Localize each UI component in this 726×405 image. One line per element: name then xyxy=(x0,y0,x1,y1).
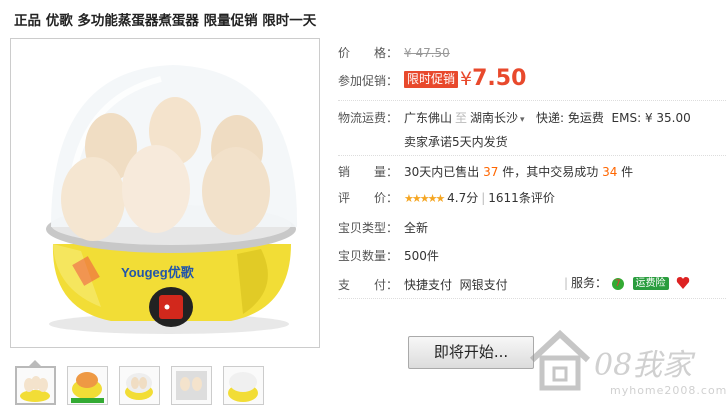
promo-label: 参加促销： xyxy=(338,74,399,88)
ship-to-select[interactable]: 湖南长沙 ▾ xyxy=(470,111,525,125)
pay-method-quick: 快捷支付 xyxy=(404,278,453,292)
price-row: 价 格： ¥ 47.50 xyxy=(338,44,450,61)
service-area: | 服务： 7 运费险 xyxy=(561,274,690,291)
success-count: 34 xyxy=(602,165,618,179)
divider xyxy=(338,155,726,157)
product-title: 正品 优歌 多功能蒸蛋器煮蛋器 限量促销 限时一天 xyxy=(14,13,317,29)
quantity-row: 宝贝数量： 500件 xyxy=(338,247,439,264)
thumbnail-3[interactable] xyxy=(119,366,160,405)
thumbnail-2[interactable] xyxy=(67,366,108,405)
rating-score: 4.7分 xyxy=(447,191,479,205)
sales-row: 销 量： 30天内已售出 37 件，其中交易成功 34 件 xyxy=(338,163,633,180)
rating-stars: ★★★★★ xyxy=(404,192,445,205)
thumbnail-1[interactable] xyxy=(15,366,56,405)
divider xyxy=(338,100,726,102)
type-value: 全新 xyxy=(404,221,429,235)
price-label: 价 格： xyxy=(338,46,399,60)
ship-separator: 至 xyxy=(455,111,468,125)
heart-guarantee-icon[interactable] xyxy=(676,276,690,290)
brand-logo-text: Yougeg优歌 xyxy=(121,265,195,280)
quantity-label: 宝贝数量： xyxy=(338,249,399,263)
sales-label: 销 量： xyxy=(338,165,399,179)
quantity-value: 500件 xyxy=(404,249,439,263)
service-label: 服务： xyxy=(571,276,608,290)
shipping-row: 物流运费： 广东佛山至湖南长沙 ▾ 快递: 免运费 EMS: ¥ 35.00 xyxy=(338,109,691,126)
sales-suffix: 件 xyxy=(621,165,634,179)
divider xyxy=(338,298,726,300)
sold-count: 37 xyxy=(483,165,499,179)
promo-row: 参加促销： 限时促销 ¥7.50 xyxy=(338,66,526,91)
promo-tag: 限时促销 xyxy=(404,71,459,88)
rating-row: 评 价： ★★★★★ 4.7分 | 1611条评价 xyxy=(338,191,555,205)
express-fee: 快递: 免运费 xyxy=(536,111,604,125)
pay-method-bank: 网银支付 xyxy=(459,278,508,292)
buy-button[interactable]: 即将开始... xyxy=(408,336,534,369)
promo-currency: ¥ xyxy=(460,68,473,90)
ship-to: 湖南长沙 xyxy=(470,111,519,125)
shipping-label: 物流运费： xyxy=(338,111,399,125)
review-count-link[interactable]: 1611条评价 xyxy=(488,191,555,205)
sales-prefix: 30天内已售出 xyxy=(404,165,480,179)
watermark: 08我家 myhome2008.com xyxy=(518,320,726,402)
insurance-badge[interactable]: 运费险 xyxy=(632,277,669,290)
type-label: 宝贝类型： xyxy=(338,221,399,235)
payment-label: 支 付： xyxy=(338,278,399,292)
sales-middle: 件，其中交易成功 xyxy=(502,165,599,179)
rating-label: 评 价： xyxy=(338,191,399,205)
promo-price: 7.50 xyxy=(472,66,527,91)
chevron-down-icon: ▾ xyxy=(520,115,525,125)
seven-day-return-icon[interactable]: 7 xyxy=(611,276,625,290)
thumbnail-strip xyxy=(15,366,264,405)
product-main-image[interactable]: Yougeg优歌 xyxy=(10,38,320,348)
watermark-text: 08我家 xyxy=(594,348,693,383)
thumbnail-4[interactable] xyxy=(171,366,212,405)
thumbnail-5[interactable] xyxy=(223,366,264,405)
type-row: 宝贝类型： 全新 xyxy=(338,219,428,236)
payment-row: 支 付： 快捷支付 网银支付 xyxy=(338,276,508,293)
original-price: ¥ 47.50 xyxy=(404,46,450,60)
egg-cooker-illustration: Yougeg优歌 xyxy=(46,65,298,334)
service-num: 7 xyxy=(615,279,621,289)
ship-from: 广东佛山 xyxy=(404,111,453,125)
watermark-url: myhome2008.com xyxy=(610,384,726,397)
ems-fee: EMS: ¥ 35.00 xyxy=(611,111,691,125)
shipping-note: 卖家承诺5天内发货 xyxy=(404,135,508,149)
